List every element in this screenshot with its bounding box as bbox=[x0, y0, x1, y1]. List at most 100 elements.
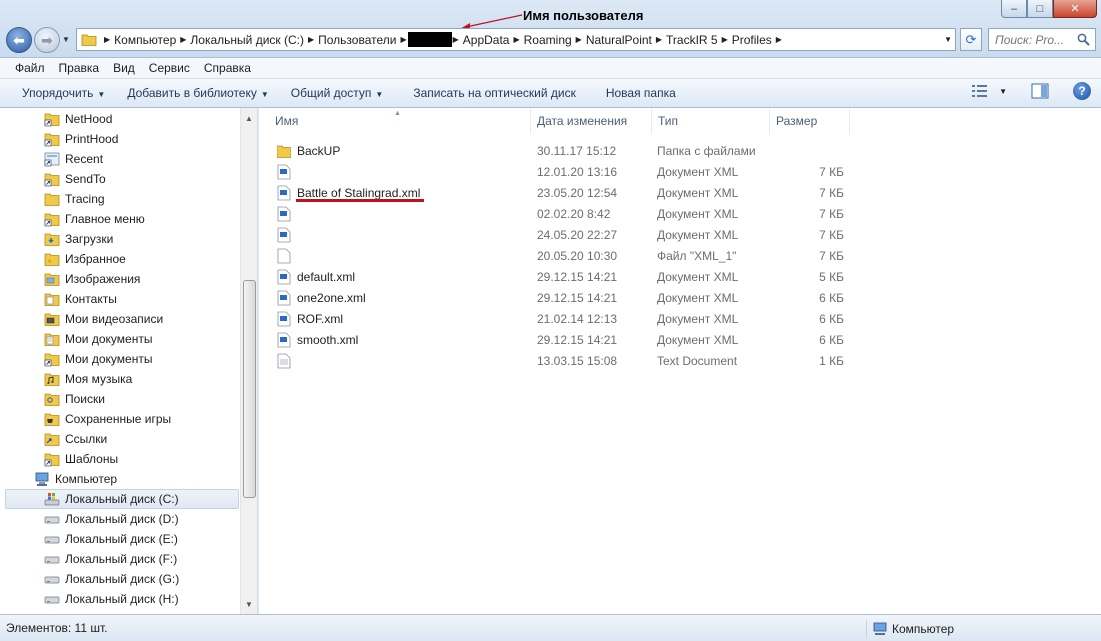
add-to-library-button[interactable]: Добавить в библиотеку ▼ bbox=[119, 86, 282, 100]
scroll-thumb[interactable] bbox=[243, 280, 256, 498]
breadcrumb-profiles[interactable]: Profiles bbox=[729, 33, 775, 47]
nav-item-drive-d[interactable]: Локальный диск (D:) bbox=[44, 509, 179, 529]
menu-file[interactable]: Файл bbox=[8, 61, 52, 75]
minimize-button[interactable]: ‒ bbox=[1001, 0, 1027, 18]
file-name: smooth.xml bbox=[297, 333, 359, 347]
nav-item-label: PrintHood bbox=[65, 132, 119, 146]
burn-label: Записать на оптический диск bbox=[413, 86, 576, 100]
breadcrumb-naturalpoint[interactable]: NaturalPoint bbox=[583, 33, 655, 47]
breadcrumb-separator-icon[interactable]: ▶ bbox=[399, 35, 407, 44]
maximize-button[interactable]: □ bbox=[1027, 0, 1053, 18]
breadcrumb-separator-icon[interactable]: ▶ bbox=[452, 35, 460, 44]
videos-folder-icon bbox=[44, 313, 60, 326]
nav-scrollbar[interactable]: ▲ ▼ bbox=[240, 108, 257, 614]
nav-item-tracing[interactable]: Tracing bbox=[44, 189, 105, 209]
view-dropdown-icon[interactable]: ▼ bbox=[999, 87, 1007, 96]
organize-button[interactable]: Упорядочить ▼ bbox=[14, 86, 119, 100]
new-folder-button[interactable]: Новая папка bbox=[590, 86, 690, 100]
breadcrumb-drive-c[interactable]: Локальный диск (C:) bbox=[187, 33, 307, 47]
nav-item-drive-h[interactable]: Локальный диск (H:) bbox=[44, 589, 179, 609]
breadcrumb-separator-icon[interactable]: ▶ bbox=[512, 35, 520, 44]
nav-item-nethood[interactable]: NetHood bbox=[44, 109, 112, 129]
column-header-type[interactable]: Тип bbox=[652, 108, 770, 134]
breadcrumb-separator-icon[interactable]: ▶ bbox=[179, 35, 187, 44]
file-row[interactable]: 24.05.20 22:27 Документ XML 7 КБ bbox=[269, 224, 1099, 245]
nav-item-drive-g[interactable]: Локальный диск (G:) bbox=[44, 569, 179, 589]
nav-item-drive-c[interactable]: Локальный диск (C:) bbox=[5, 489, 239, 509]
nav-item-recent[interactable]: Recent bbox=[44, 149, 103, 169]
nav-item-downloads[interactable]: Загрузки bbox=[44, 229, 113, 249]
file-row[interactable]: BackUP 30.11.17 15:12 Папка с файлами bbox=[269, 140, 1099, 161]
nav-item-label: Поиски bbox=[65, 392, 105, 406]
preview-pane-icon[interactable] bbox=[1031, 83, 1049, 99]
nav-item-sendto[interactable]: SendTo bbox=[44, 169, 106, 189]
nav-item-computer[interactable]: Компьютер bbox=[34, 469, 117, 489]
file-type: Документ XML bbox=[657, 291, 739, 305]
file-row[interactable]: 02.02.20 8:42 Документ XML 7 КБ bbox=[269, 203, 1099, 224]
file-row[interactable]: 13.03.15 15:08 Text Document 1 КБ bbox=[269, 350, 1099, 371]
nav-item-contacts[interactable]: Контакты bbox=[44, 289, 117, 309]
search-input[interactable] bbox=[995, 32, 1075, 47]
nav-item-start-menu[interactable]: Главное меню bbox=[44, 209, 145, 229]
nav-item-templates[interactable]: Шаблоны bbox=[44, 449, 118, 469]
breadcrumb-appdata[interactable]: AppData bbox=[460, 33, 513, 47]
breadcrumb-separator-icon[interactable]: ▶ bbox=[307, 35, 315, 44]
menu-edit[interactable]: Правка bbox=[52, 61, 107, 75]
help-icon[interactable]: ? bbox=[1073, 82, 1091, 100]
close-button[interactable]: ✕ bbox=[1053, 0, 1097, 18]
redacted-username[interactable] bbox=[407, 32, 452, 47]
search-icon[interactable] bbox=[1077, 33, 1090, 46]
nav-item-drive-f[interactable]: Локальный диск (F:) bbox=[44, 549, 177, 569]
recent-pages-dropdown[interactable]: ▼ bbox=[62, 35, 70, 44]
column-header-size[interactable]: Размер bbox=[770, 108, 850, 134]
breadcrumb-separator-icon[interactable]: ▶ bbox=[775, 35, 783, 44]
forward-button[interactable]: ➡ bbox=[34, 27, 60, 53]
scroll-down-icon[interactable]: ▼ bbox=[241, 596, 257, 612]
back-button[interactable]: ⬅ bbox=[6, 27, 32, 53]
address-bar[interactable]: ▶ Компьютер ▶ Локальный диск (C:) ▶ Поль… bbox=[76, 28, 956, 51]
nav-item-favorites[interactable]: Избранное bbox=[44, 249, 126, 269]
file-row[interactable]: one2one.xml 29.12.15 14:21 Документ XML … bbox=[269, 287, 1099, 308]
file-row[interactable]: default.xml 29.12.15 14:21 Документ XML … bbox=[269, 266, 1099, 287]
breadcrumb-separator-icon[interactable]: ▶ bbox=[655, 35, 663, 44]
file-date: 12.01.20 13:16 bbox=[537, 165, 618, 179]
burn-button[interactable]: Записать на оптический диск bbox=[397, 86, 590, 100]
file-row[interactable]: smooth.xml 29.12.15 14:21 Документ XML 6… bbox=[269, 329, 1099, 350]
share-button[interactable]: Общий доступ ▼ bbox=[283, 86, 398, 100]
nav-item-videos[interactable]: Мои видеозаписи bbox=[44, 309, 163, 329]
file-name-cell: default.xml bbox=[277, 269, 355, 285]
breadcrumb-separator-icon[interactable]: ▶ bbox=[575, 35, 583, 44]
nav-item-label: Локальный диск (E:) bbox=[65, 532, 178, 546]
file-row[interactable]: 20.05.20 10:30 Файл "XML_1" 7 КБ bbox=[269, 245, 1099, 266]
file-row[interactable]: ROF.xml 21.02.14 12:13 Документ XML 6 КБ bbox=[269, 308, 1099, 329]
address-history-dropdown[interactable]: ▼ bbox=[944, 35, 952, 44]
menu-help[interactable]: Справка bbox=[197, 61, 258, 75]
refresh-button[interactable]: ⟳ bbox=[960, 28, 982, 51]
breadcrumb-users[interactable]: Пользователи bbox=[315, 33, 399, 47]
search-box[interactable] bbox=[988, 28, 1096, 51]
nav-item-pictures[interactable]: Изображения bbox=[44, 269, 140, 289]
column-header-date[interactable]: Дата изменения bbox=[531, 108, 652, 134]
music-folder-icon bbox=[44, 373, 60, 386]
nav-item-label: Мои документы bbox=[65, 332, 153, 346]
menu-view[interactable]: Вид bbox=[106, 61, 142, 75]
breadcrumb-separator-icon[interactable]: ▶ bbox=[721, 35, 729, 44]
file-type: Файл "XML_1" bbox=[657, 249, 737, 263]
nav-item-documents[interactable]: Мои документы bbox=[44, 329, 152, 349]
nav-item-links[interactable]: Ссылки bbox=[44, 429, 107, 449]
column-header-name[interactable]: Имя bbox=[269, 108, 531, 134]
scroll-up-icon[interactable]: ▲ bbox=[241, 110, 257, 126]
breadcrumb-separator-icon[interactable]: ▶ bbox=[103, 35, 111, 44]
nav-item-saved-games[interactable]: Сохраненные игры bbox=[44, 409, 171, 429]
nav-item-documents-shortcut[interactable]: Мои документы bbox=[44, 349, 152, 369]
file-row[interactable]: 12.01.20 13:16 Документ XML 7 КБ bbox=[269, 161, 1099, 182]
nav-item-searches[interactable]: Поиски bbox=[44, 389, 105, 409]
view-options-icon[interactable] bbox=[971, 84, 989, 98]
nav-item-drive-e[interactable]: Локальный диск (E:) bbox=[44, 529, 178, 549]
breadcrumb-computer[interactable]: Компьютер bbox=[111, 33, 179, 47]
nav-item-printhood[interactable]: PrintHood bbox=[44, 129, 118, 149]
menu-tools[interactable]: Сервис bbox=[142, 61, 197, 75]
nav-item-music[interactable]: Моя музыка bbox=[44, 369, 132, 389]
breadcrumb-trackir5[interactable]: TrackIR 5 bbox=[663, 33, 721, 47]
breadcrumb-roaming[interactable]: Roaming bbox=[521, 33, 575, 47]
